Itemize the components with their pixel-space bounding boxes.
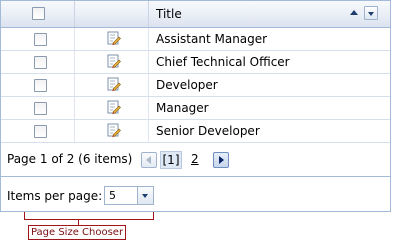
page-size-combobox[interactable]: 5 xyxy=(104,186,154,205)
row-checkbox[interactable] xyxy=(34,125,47,138)
page-size-label: Items per page: xyxy=(7,189,103,203)
row-title: Senior Developer xyxy=(156,124,260,138)
edit-pencil-icon[interactable] xyxy=(107,77,121,92)
data-grid: Title Assistant Manager Chief Technical … xyxy=(0,0,391,212)
page-size-panel: Items per page: 5 xyxy=(1,178,390,211)
header-image-cell xyxy=(75,1,149,27)
row-title: Assistant Manager xyxy=(156,32,268,46)
edit-pencil-icon[interactable] xyxy=(107,123,121,138)
table-row: Chief Technical Officer xyxy=(1,51,390,74)
filter-dropdown-button[interactable] xyxy=(364,6,378,20)
next-page-button[interactable] xyxy=(213,152,229,168)
header-select-cell xyxy=(1,1,75,27)
table-row: Manager xyxy=(1,97,390,120)
pager-summary: Page 1 of 2 (6 items) xyxy=(7,152,133,166)
prev-page-button[interactable] xyxy=(141,152,157,168)
table-row: Senior Developer xyxy=(1,120,390,143)
row-title: Developer xyxy=(156,78,218,92)
row-checkbox[interactable] xyxy=(34,102,47,115)
header-title-cell[interactable]: Title xyxy=(149,1,390,27)
pager: Page 1 of 2 (6 items) [1] 2 xyxy=(1,143,390,177)
row-checkbox[interactable] xyxy=(34,33,47,46)
table-row: Assistant Manager xyxy=(1,28,390,51)
chevron-down-icon[interactable] xyxy=(137,187,153,204)
table-row: Developer xyxy=(1,74,390,97)
row-checkbox[interactable] xyxy=(34,79,47,92)
edit-pencil-icon[interactable] xyxy=(107,31,121,46)
page-link-2[interactable]: 2 xyxy=(191,152,199,166)
column-header-title[interactable]: Title xyxy=(156,7,182,21)
select-all-checkbox[interactable] xyxy=(32,7,45,20)
grid-header: Title xyxy=(1,1,390,28)
row-checkbox[interactable] xyxy=(34,56,47,69)
callout-label: Page Size Chooser xyxy=(28,225,126,240)
page-size-value[interactable]: 5 xyxy=(109,189,116,202)
sort-ascending-icon xyxy=(350,10,358,15)
edit-pencil-icon[interactable] xyxy=(107,100,121,115)
current-page-indicator: [1] xyxy=(160,151,182,169)
callout-bracket xyxy=(24,212,154,220)
row-title: Chief Technical Officer xyxy=(156,55,290,69)
edit-pencil-icon[interactable] xyxy=(107,54,121,69)
row-title: Manager xyxy=(156,101,209,115)
